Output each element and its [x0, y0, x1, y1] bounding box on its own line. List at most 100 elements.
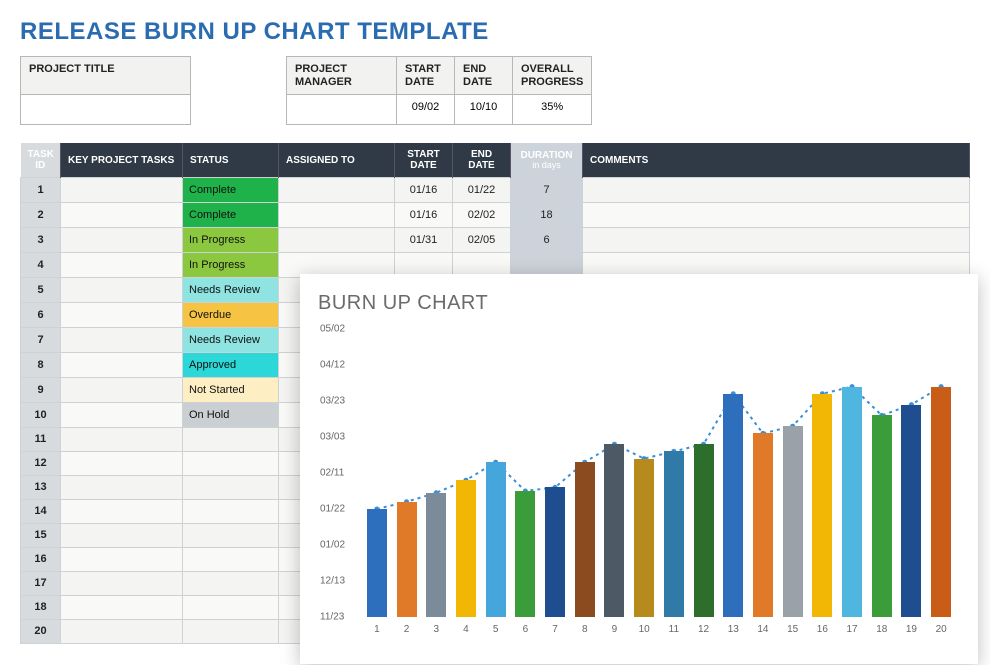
cell-comments[interactable]	[583, 177, 970, 202]
cell-id: 6	[21, 302, 61, 327]
cell-status[interactable]: Complete	[183, 177, 279, 202]
cell-key[interactable]	[61, 277, 183, 302]
x-tick-label: 19	[901, 624, 921, 635]
y-tick-label: 05/02	[320, 324, 345, 335]
x-tick-label: 10	[634, 624, 654, 635]
cell-status[interactable]	[183, 619, 279, 643]
cell-start[interactable]: 01/31	[395, 227, 453, 252]
table-row[interactable]: 1Complete01/1601/227	[21, 177, 970, 202]
cell-key[interactable]	[61, 619, 183, 643]
cell-status[interactable]: Not Started	[183, 377, 279, 402]
x-tick-label: 15	[783, 624, 803, 635]
table-row[interactable]: 2Complete01/1602/0218	[21, 202, 970, 227]
cell-status[interactable]	[183, 571, 279, 595]
col-assigned: ASSIGNED TO	[279, 143, 395, 177]
cell-status[interactable]	[183, 547, 279, 571]
x-tick-label: 11	[664, 624, 684, 635]
cell-status[interactable]: Overdue	[183, 302, 279, 327]
cell-end[interactable]: 02/02	[453, 202, 511, 227]
cell-key[interactable]	[61, 377, 183, 402]
cell-id: 8	[21, 352, 61, 377]
proj-value-end[interactable]: 10/10	[455, 95, 513, 125]
cell-key[interactable]	[61, 499, 183, 523]
cell-start[interactable]: 01/16	[395, 202, 453, 227]
status-badge: Not Started	[183, 378, 278, 402]
x-tick-label: 7	[545, 624, 565, 635]
chart-bar	[397, 502, 417, 617]
proj-header-start: START DATE	[397, 57, 455, 95]
cell-key[interactable]	[61, 202, 183, 227]
cell-key[interactable]	[61, 352, 183, 377]
cell-status[interactable]	[183, 595, 279, 619]
x-tick-label: 17	[842, 624, 862, 635]
x-tick-label: 8	[575, 624, 595, 635]
chart-bar	[575, 462, 595, 617]
cell-assigned[interactable]	[279, 202, 395, 227]
cell-key[interactable]	[61, 595, 183, 619]
cell-status[interactable]	[183, 523, 279, 547]
y-tick-label: 11/23	[320, 612, 344, 623]
cell-status[interactable]: In Progress	[183, 227, 279, 252]
project-summary-table: PROJECT TITLE PROJECT MANAGER START DATE…	[20, 56, 592, 125]
cell-key[interactable]	[61, 475, 183, 499]
x-tick-label: 2	[397, 624, 417, 635]
cell-end[interactable]: 02/05	[453, 227, 511, 252]
cell-key[interactable]	[61, 252, 183, 277]
col-start-date: START DATE	[395, 143, 453, 177]
col-status: STATUS	[183, 143, 279, 177]
cell-key[interactable]	[61, 327, 183, 352]
cell-key[interactable]	[61, 523, 183, 547]
cell-key[interactable]	[61, 451, 183, 475]
cell-duration[interactable]: 6	[511, 227, 583, 252]
cell-status[interactable]	[183, 427, 279, 451]
cell-key[interactable]	[61, 571, 183, 595]
cell-comments[interactable]	[583, 202, 970, 227]
proj-header-spacer	[191, 57, 287, 95]
table-row[interactable]: 3 In Progress 01/3102/056	[21, 227, 970, 252]
cell-id: 18	[21, 595, 61, 619]
cell-key[interactable]	[61, 177, 183, 202]
cell-key[interactable]	[61, 427, 183, 451]
cell-status[interactable]	[183, 499, 279, 523]
cell-assigned[interactable]	[279, 177, 395, 202]
status-badge: Needs Review	[183, 328, 278, 352]
proj-value-title[interactable]	[21, 95, 191, 125]
proj-value-start[interactable]: 09/02	[397, 95, 455, 125]
proj-value-progress[interactable]: 35%	[513, 95, 592, 125]
cell-id: 3	[21, 227, 61, 252]
cell-end[interactable]: 01/22	[453, 177, 511, 202]
cell-status[interactable]: Approved	[183, 352, 279, 377]
chart-bar	[723, 394, 743, 617]
y-tick-label: 02/11	[320, 468, 344, 479]
proj-header-title: PROJECT TITLE	[21, 57, 191, 95]
cell-key[interactable]	[61, 227, 183, 252]
cell-key[interactable]	[61, 402, 183, 427]
x-tick-label: 20	[931, 624, 951, 635]
cell-status[interactable]: On Hold	[183, 402, 279, 427]
cell-status[interactable]	[183, 451, 279, 475]
proj-value-manager[interactable]	[287, 95, 397, 125]
cell-key[interactable]	[61, 302, 183, 327]
status-badge: Approved	[183, 353, 278, 377]
col-key-tasks: KEY PROJECT TASKS	[61, 143, 183, 177]
cell-assigned[interactable]	[279, 227, 395, 252]
cell-status[interactable]	[183, 475, 279, 499]
x-tick-label: 12	[694, 624, 714, 635]
chart-title: BURN UP CHART	[318, 292, 964, 315]
chart-bar	[545, 487, 565, 617]
cell-duration[interactable]: 18	[511, 202, 583, 227]
cell-comments[interactable]	[583, 227, 970, 252]
cell-duration[interactable]: 7	[511, 177, 583, 202]
chart-bar	[842, 387, 862, 617]
cell-status[interactable]: In Progress	[183, 252, 279, 277]
cell-status[interactable]: Needs Review	[183, 327, 279, 352]
col-comments: COMMENTS	[583, 143, 970, 177]
cell-status[interactable]: Needs Review	[183, 277, 279, 302]
chart-bar	[426, 493, 446, 617]
cell-start[interactable]: 01/16	[395, 177, 453, 202]
cell-key[interactable]	[61, 547, 183, 571]
cell-id: 7	[21, 327, 61, 352]
cell-status[interactable]: Complete	[183, 202, 279, 227]
chart-bar	[694, 444, 714, 617]
chart-bar	[486, 462, 506, 617]
